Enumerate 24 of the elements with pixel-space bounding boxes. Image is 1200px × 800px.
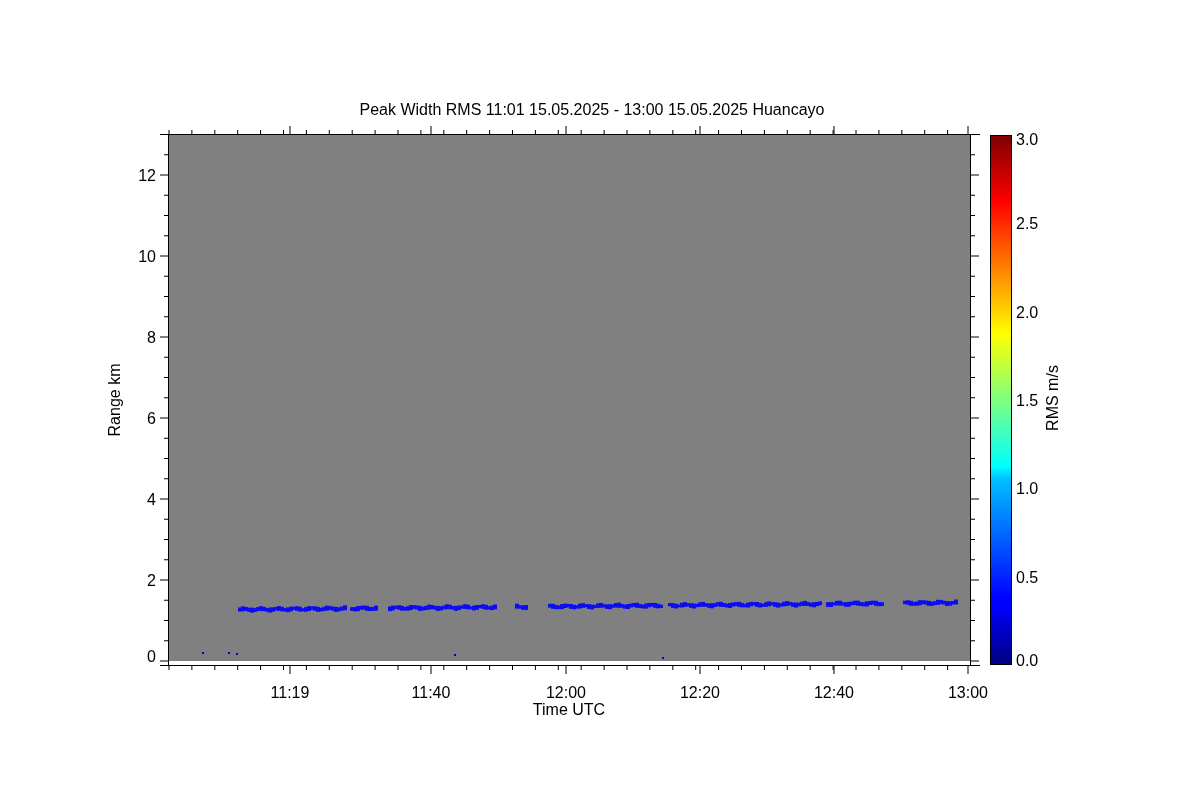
colorbar-tick-label: 3.0 xyxy=(1016,131,1039,148)
x-tick-label: 11:40 xyxy=(411,684,451,701)
x-tick-label: 11:19 xyxy=(270,684,310,701)
colorbar-label: RMS m/s xyxy=(1044,365,1061,431)
colorbar-tick-label: 1.0 xyxy=(1016,480,1039,498)
chart-title: Peak Width RMS 11:01 15.05.2025 - 13:00 15.05.2025 Huancayo xyxy=(359,101,825,118)
y-tick-label: 10 xyxy=(138,248,156,265)
colorbar-tick-label: 0.5 xyxy=(1016,568,1039,586)
y-tick-label: 12 xyxy=(138,167,156,184)
colorbar-tick-label: 1.5 xyxy=(1016,392,1039,409)
colorbar-tick-label: 2.0 xyxy=(1016,303,1039,321)
y-axis-label: Range km xyxy=(106,363,123,437)
y-tick-label: 2 xyxy=(147,572,156,589)
y-tick-label: 6 xyxy=(147,410,156,427)
y-tick-label: 8 xyxy=(147,329,156,346)
colorbar-tick-label: 2.5 xyxy=(1016,215,1039,233)
y-tick-label: 0 xyxy=(147,648,156,665)
x-tick-label: 13:00 xyxy=(948,684,988,701)
y-tick-label: 4 xyxy=(147,491,156,508)
x-tick-label: 12:00 xyxy=(546,684,586,701)
x-tick-label: 12:20 xyxy=(680,684,720,701)
colorbar-tick-label: 0.0 xyxy=(1016,652,1039,669)
x-axis-label: Time UTC xyxy=(532,701,606,718)
x-tick-label: 12:40 xyxy=(814,684,854,701)
